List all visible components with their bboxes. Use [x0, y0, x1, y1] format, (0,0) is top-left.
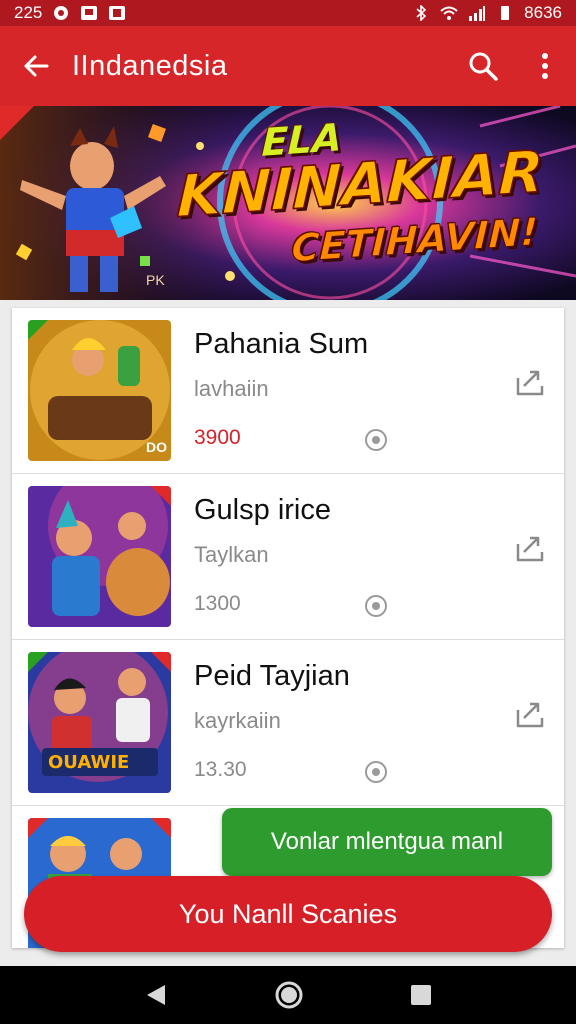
status-bar: 225 8636 [0, 0, 576, 26]
item-subtitle: lavhaiin [194, 376, 269, 401]
coin-icon [365, 429, 387, 451]
item-price: 1300 [194, 592, 241, 615]
primary-action-label: You Nanll Scanies [178, 898, 398, 929]
wifi-icon [440, 6, 458, 20]
back-arrow-icon [24, 55, 49, 77]
item-price: 3900 [194, 426, 241, 449]
list-item[interactable]: OUAWIE Peid Tayjian kayrkaiin 13.30 [12, 640, 564, 806]
toast-message[interactable]: Vonlar mlentgua manl [222, 808, 552, 876]
signal-icon [469, 6, 486, 21]
more-vert-icon [542, 53, 548, 79]
thumbnail-label: OUAWIE [48, 752, 129, 773]
coin-icon [365, 595, 387, 617]
toast-text: Vonlar mlentgua manl [270, 828, 504, 855]
recents-square-icon[interactable] [409, 983, 433, 1007]
share-icon[interactable] [512, 530, 548, 566]
banner-corner-text: PK [146, 272, 165, 288]
list-item[interactable]: Gulsp irice Taylkan 1300 [12, 474, 564, 640]
home-circle-icon[interactable] [274, 980, 304, 1010]
back-triangle-icon[interactable] [143, 982, 169, 1008]
battery-icon [501, 6, 510, 20]
game-thumbnail: OUAWIE [28, 652, 171, 793]
item-title: Pahania Sum [194, 328, 369, 360]
share-icon[interactable] [512, 696, 548, 732]
share-icon[interactable] [512, 364, 548, 400]
item-title: Gulsp irice [194, 494, 331, 526]
more-options-button[interactable] [514, 26, 576, 106]
promo-banner[interactable]: ELA KNINAKIAR CETIHAVIN! PK [0, 106, 576, 300]
primary-action-button[interactable]: You Nanll Scanies [24, 876, 552, 952]
search-button[interactable] [452, 26, 514, 106]
status-time: 225 [14, 3, 43, 22]
item-price: 13.30 [194, 758, 247, 781]
game-thumbnail: DO [28, 320, 171, 461]
item-subtitle: Taylkan [194, 542, 269, 567]
square-notification-icon [109, 6, 126, 20]
status-right-text: 8636 [524, 3, 562, 22]
item-title: Peid Tayjian [194, 660, 350, 692]
list-item[interactable]: DO Pahania Sum lavhaiin 3900 [12, 308, 564, 474]
system-nav-bar [0, 966, 576, 1024]
search-icon [469, 52, 498, 81]
bluetooth-icon [416, 5, 427, 21]
back-button[interactable] [0, 26, 72, 106]
app-bar: IIndanedsia [0, 26, 576, 106]
circle-notification-icon [54, 6, 69, 20]
item-subtitle: kayrkaiin [194, 708, 281, 733]
page-title: IIndanedsia [72, 49, 228, 82]
thumbnail-label: DO [146, 439, 167, 455]
square-notification-icon [81, 6, 98, 20]
game-thumbnail [28, 486, 171, 627]
app-screen: 225 8636 IIndanedsia ELA KNINAKIAR CETIH… [0, 0, 576, 1024]
coin-icon [365, 761, 387, 783]
